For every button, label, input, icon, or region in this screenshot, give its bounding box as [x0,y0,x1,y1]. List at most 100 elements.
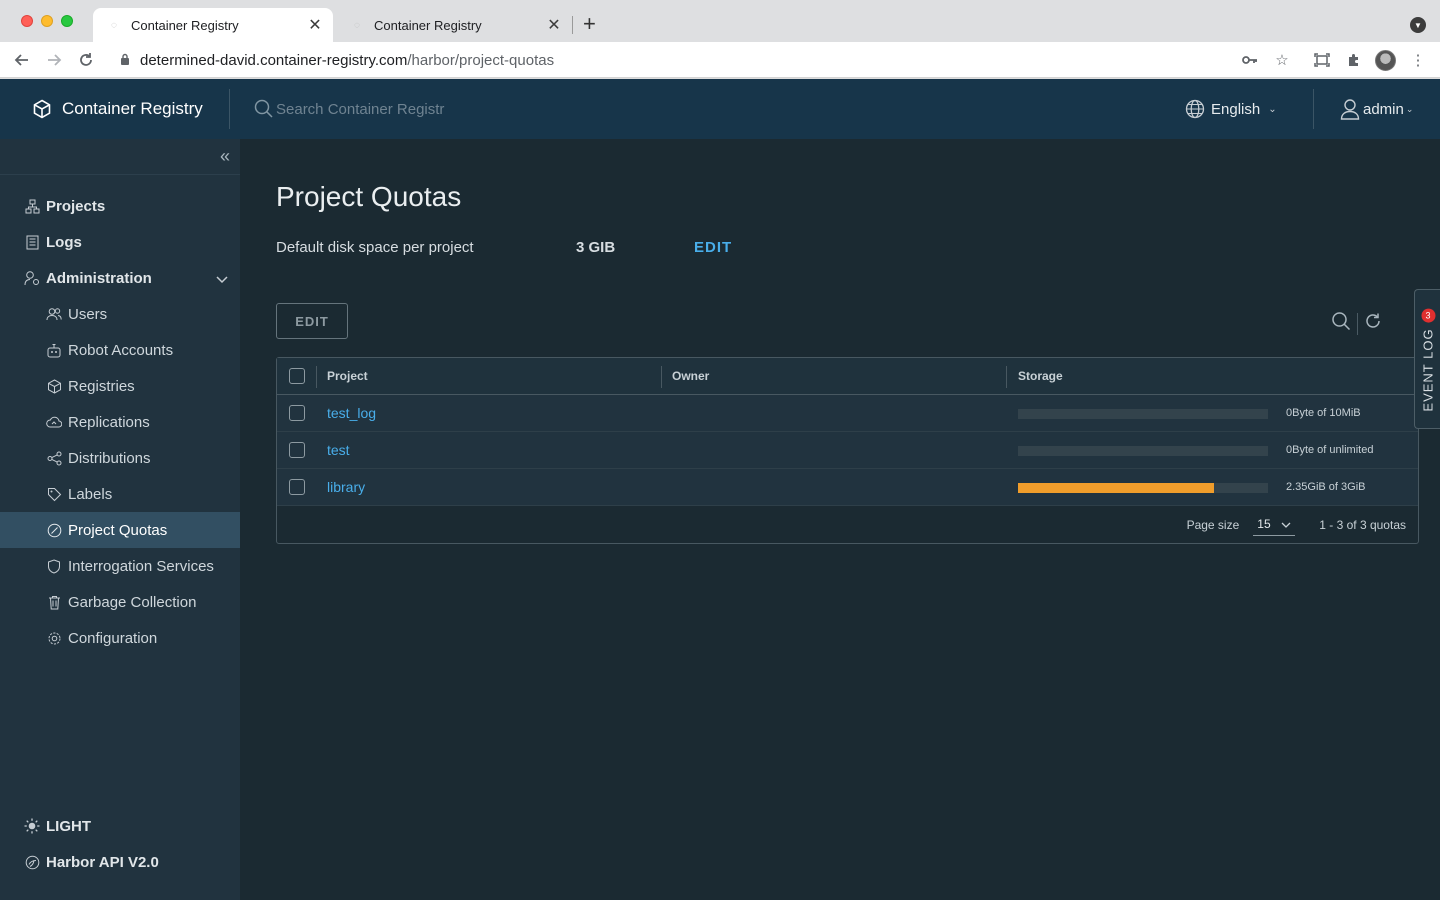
sidebar-item-registries[interactable]: Registries [0,368,240,404]
default-quota-label: Default disk space per project [276,239,474,256]
tab-close-icon[interactable]: ✕ [544,15,564,35]
storage-usage-text: 2.35GiB of 3GiB [1286,481,1366,493]
theme-toggle[interactable]: LIGHT [0,808,240,844]
new-tab-icon[interactable]: + [583,12,596,36]
logs-icon [24,234,40,250]
page-size-value: 15 [1257,517,1271,531]
global-search [254,79,476,139]
brand[interactable]: Container Registry [32,79,203,139]
brand-title: Container Registry [62,99,203,118]
language-label: English [1211,100,1261,118]
registry-logo-icon [33,99,51,119]
sidebar-item-label: Registries [68,377,135,395]
language-selector[interactable]: English ⌄ [1185,79,1277,139]
collapse-sidebar-icon[interactable]: « [220,147,230,165]
sidebar-item-label: Administration [46,269,152,287]
browser-tab-active[interactable]: ◌ Container Registry ✕ [93,8,333,42]
sidebar-item-garbage-collection[interactable]: Garbage Collection [0,584,240,620]
share-icon [46,450,62,466]
sidebar-item-label: Garbage Collection [68,593,197,611]
address-bar[interactable]: determined-david.container-registry.com /… [108,46,1308,74]
chevron-down-icon [1281,517,1291,531]
default-quota-value: 3 GIB [576,239,616,256]
column-header-owner[interactable]: Owner [672,369,709,383]
user-menu[interactable]: admin ⌄ [1340,79,1413,139]
sidebar-item-label: Distributions [68,449,151,467]
api-icon [24,854,40,870]
window-minimize-button[interactable] [41,15,53,27]
tag-icon [46,486,62,502]
row-checkbox[interactable] [289,442,305,458]
column-separator[interactable] [1006,366,1007,388]
sidebar-item-label: Interrogation Services [68,557,214,575]
storage-progress-fill [1018,483,1214,493]
chevron-down-icon[interactable] [216,271,228,288]
sidebar-item-interrogation-services[interactable]: Interrogation Services [0,548,240,584]
user-name: admin [1363,100,1404,118]
screen-capture-icon[interactable] [1310,48,1334,72]
users-icon [46,306,62,322]
registries-icon [46,378,62,394]
column-header-storage[interactable]: Storage [1018,369,1063,383]
sidebar-item-users[interactable]: Users [0,296,240,332]
window-close-button[interactable] [21,15,33,27]
column-separator [316,366,317,388]
api-label: Harbor API V2.0 [46,853,159,871]
sidebar-item-label: Logs [46,233,82,251]
sidebar: « Projects Logs Administration Users Rob… [0,139,240,900]
header-divider [229,89,230,129]
sidebar-item-robot-accounts[interactable]: Robot Accounts [0,332,240,368]
tab-title: Container Registry [131,17,239,33]
storage-progress-bar [1018,446,1268,456]
sidebar-item-logs[interactable]: Logs [0,224,240,260]
key-icon[interactable] [1238,48,1262,72]
harbor-api-link[interactable]: Harbor API V2.0 [0,844,240,880]
column-separator[interactable] [661,366,662,388]
browser-menu-icon[interactable]: ⋮ [1406,48,1430,72]
sidebar-item-labels[interactable]: Labels [0,476,240,512]
quotas-datagrid: Project Owner Storage test_log 0Byte of … [276,357,1419,544]
browser-tab-inactive[interactable]: ◌ Container Registry ✕ [336,8,572,42]
forward-icon[interactable] [42,48,66,72]
extensions-icon[interactable] [1342,48,1366,72]
reload-icon[interactable] [74,48,98,72]
dashboard-icon [46,522,62,538]
refresh-icon[interactable] [1364,312,1382,335]
edit-quota-button[interactable]: EDIT [276,303,348,339]
tab-separator [572,16,573,34]
event-log-tab[interactable]: EVENT LOG 3 [1414,289,1440,429]
project-link[interactable]: library [327,479,365,495]
sidebar-item-label: Users [68,305,108,323]
user-icon [1340,99,1360,120]
tab-search-icon[interactable]: ▼ [1410,17,1426,33]
project-link[interactable]: test_log [327,405,376,421]
sidebar-item-project-quotas[interactable]: Project Quotas [0,512,240,548]
sidebar-item-projects[interactable]: Projects [0,188,240,224]
sidebar-item-label: Labels [68,485,113,503]
default-quota-edit-link[interactable]: EDIT [694,239,732,256]
row-checkbox[interactable] [289,479,305,495]
select-all-checkbox[interactable] [289,368,305,384]
bookmark-star-icon[interactable]: ☆ [1270,48,1294,72]
window-maximize-button[interactable] [61,15,73,27]
table-row: test 0Byte of unlimited [277,432,1418,469]
event-log-badge: 3 [1421,308,1435,323]
row-checkbox[interactable] [289,405,305,421]
search-input[interactable] [276,100,476,118]
profile-avatar[interactable] [1375,50,1396,71]
sidebar-item-replications[interactable]: Replications [0,404,240,440]
project-link[interactable]: test [327,442,350,458]
tab-close-icon[interactable]: ✕ [305,15,325,35]
page-size-select[interactable]: 15 [1253,514,1296,536]
search-icon[interactable] [1331,311,1351,336]
storage-progress-bar [1018,409,1268,419]
sidebar-item-distributions[interactable]: Distributions [0,440,240,476]
back-icon[interactable] [10,48,34,72]
sidebar-item-configuration[interactable]: Configuration [0,620,240,656]
browser-tab-bar: ◌ Container Registry ✕ ◌ Container Regis… [0,0,1440,42]
sidebar-item-administration[interactable]: Administration [0,260,240,296]
header-divider [1313,89,1314,129]
robot-icon [46,342,62,358]
column-header-project[interactable]: Project [327,369,368,383]
datagrid-header: Project Owner Storage [277,358,1418,395]
